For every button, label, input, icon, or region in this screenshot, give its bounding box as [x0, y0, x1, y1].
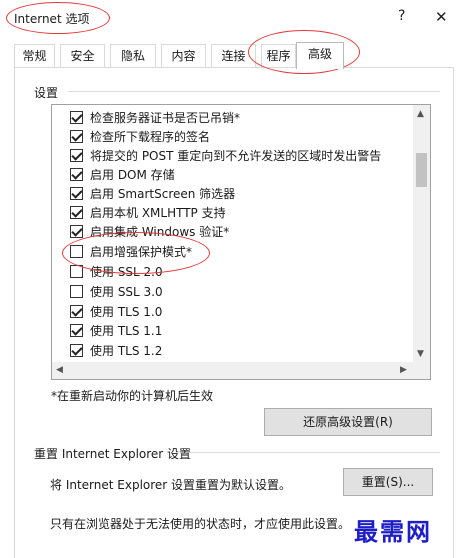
- setting-tls-1-1[interactable]: 使用 TLS 1.1: [70, 321, 162, 339]
- restart-note: *在重新启动你的计算机后生效: [51, 389, 214, 403]
- scroll-thumb[interactable]: [416, 153, 427, 187]
- settings-group-rule: [68, 91, 440, 92]
- checkbox[interactable]: [70, 323, 83, 337]
- scroll-left-icon[interactable]: ◀: [56, 365, 63, 375]
- tab-general[interactable]: 常规: [14, 44, 55, 68]
- setting-label: 启用增强保护模式*: [90, 244, 193, 259]
- tab-content[interactable]: 内容: [161, 44, 206, 68]
- reset-description: 将 Internet Explorer 设置重置为默认设置。: [50, 478, 292, 492]
- checkbox[interactable]: [70, 343, 83, 357]
- setting-label: 检查服务器证书是否已吊销*: [90, 110, 241, 125]
- setting-tls-1-0[interactable]: 使用 TLS 1.0: [70, 302, 162, 320]
- horizontal-scrollbar[interactable]: ◀ ▶: [52, 362, 414, 379]
- tab-programs[interactable]: 程序: [261, 44, 296, 68]
- title-bar: Internet 选项 ? ✕: [0, 0, 466, 36]
- tab-advanced[interactable]: 高级: [296, 42, 344, 69]
- setting-label: 使用 TLS 1.1: [90, 323, 163, 338]
- checkbox[interactable]: [70, 224, 83, 238]
- reset-group-rule: [190, 452, 440, 453]
- setting-label: 检查所下载程序的签名: [90, 129, 211, 144]
- tab-connections[interactable]: 连接: [211, 44, 256, 68]
- setting-check-download-signature[interactable]: 检查所下载程序的签名: [70, 127, 210, 145]
- reset-group-label: 重置 Internet Explorer 设置: [34, 447, 192, 461]
- reset-note: 只有在浏览器处于无法使用的状态时，才应使用此设置。: [50, 517, 351, 531]
- scrollbar-corner: [413, 362, 430, 379]
- reset-button[interactable]: 重置(S)...: [343, 468, 433, 496]
- vertical-scrollbar[interactable]: ▲ ▼: [413, 105, 430, 363]
- tab-strip: 常规 安全 隐私 内容 连接 程序 高级: [14, 42, 454, 69]
- checkbox[interactable]: [70, 110, 83, 124]
- checkbox[interactable]: [70, 304, 83, 318]
- setting-windows-auth[interactable]: 启用集成 Windows 验证*: [70, 222, 229, 240]
- setting-smartscreen[interactable]: 启用 SmartScreen 筛选器: [70, 184, 235, 202]
- checkbox[interactable]: [70, 264, 83, 278]
- checkbox[interactable]: [70, 205, 83, 219]
- scroll-right-icon[interactable]: ▶: [400, 365, 407, 375]
- settings-group-label: 设置: [34, 86, 59, 100]
- setting-label: 使用 SSL 3.0: [90, 284, 163, 299]
- setting-label: 使用 TLS 1.2: [90, 343, 163, 358]
- scroll-up-icon[interactable]: ▲: [417, 109, 424, 119]
- close-button[interactable]: ✕: [435, 8, 448, 26]
- window-title: Internet 选项: [14, 12, 90, 26]
- setting-label: 使用 SSL 2.0: [90, 264, 163, 279]
- checkbox[interactable]: [70, 129, 83, 143]
- watermark-logo: 最需网: [354, 517, 432, 546]
- setting-native-xmlhttp[interactable]: 启用本机 XMLHTTP 支持: [70, 203, 226, 221]
- setting-label: 启用集成 Windows 验证*: [90, 224, 230, 239]
- checkbox[interactable]: [70, 167, 83, 181]
- help-button[interactable]: ?: [398, 8, 405, 24]
- checkbox[interactable]: [70, 148, 83, 162]
- checkbox[interactable]: [70, 244, 83, 258]
- setting-check-cert-revocation[interactable]: 检查服务器证书是否已吊销*: [70, 108, 240, 126]
- scroll-down-icon[interactable]: ▼: [417, 349, 424, 359]
- setting-label: 将提交的 POST 重定向到不允许发送的区域时发出警告: [90, 148, 382, 163]
- tab-security[interactable]: 安全: [60, 44, 105, 68]
- setting-label: 使用 TLS 1.0: [90, 304, 163, 319]
- setting-ssl-3[interactable]: 使用 SSL 3.0: [70, 282, 163, 300]
- setting-label: 启用本机 XMLHTTP 支持: [90, 205, 226, 220]
- setting-label: 启用 SmartScreen 筛选器: [90, 186, 236, 201]
- checkbox[interactable]: [70, 284, 83, 298]
- setting-label: 启用 DOM 存储: [90, 167, 175, 182]
- settings-list[interactable]: 检查服务器证书是否已吊销* 检查所下载程序的签名 将提交的 POST 重定向到不…: [51, 104, 431, 380]
- restore-advanced-settings-button[interactable]: 还原高级设置(R): [264, 408, 432, 436]
- setting-dom-storage[interactable]: 启用 DOM 存储: [70, 165, 175, 183]
- setting-tls-1-2[interactable]: 使用 TLS 1.2: [70, 341, 162, 359]
- tab-privacy[interactable]: 隐私: [110, 44, 156, 68]
- setting-enhanced-protected-mode[interactable]: 启用增强保护模式*: [70, 242, 192, 260]
- setting-post-redirect-warning[interactable]: 将提交的 POST 重定向到不允许发送的区域时发出警告: [70, 146, 381, 164]
- setting-ssl-2[interactable]: 使用 SSL 2.0: [70, 262, 163, 280]
- checkbox[interactable]: [70, 186, 83, 200]
